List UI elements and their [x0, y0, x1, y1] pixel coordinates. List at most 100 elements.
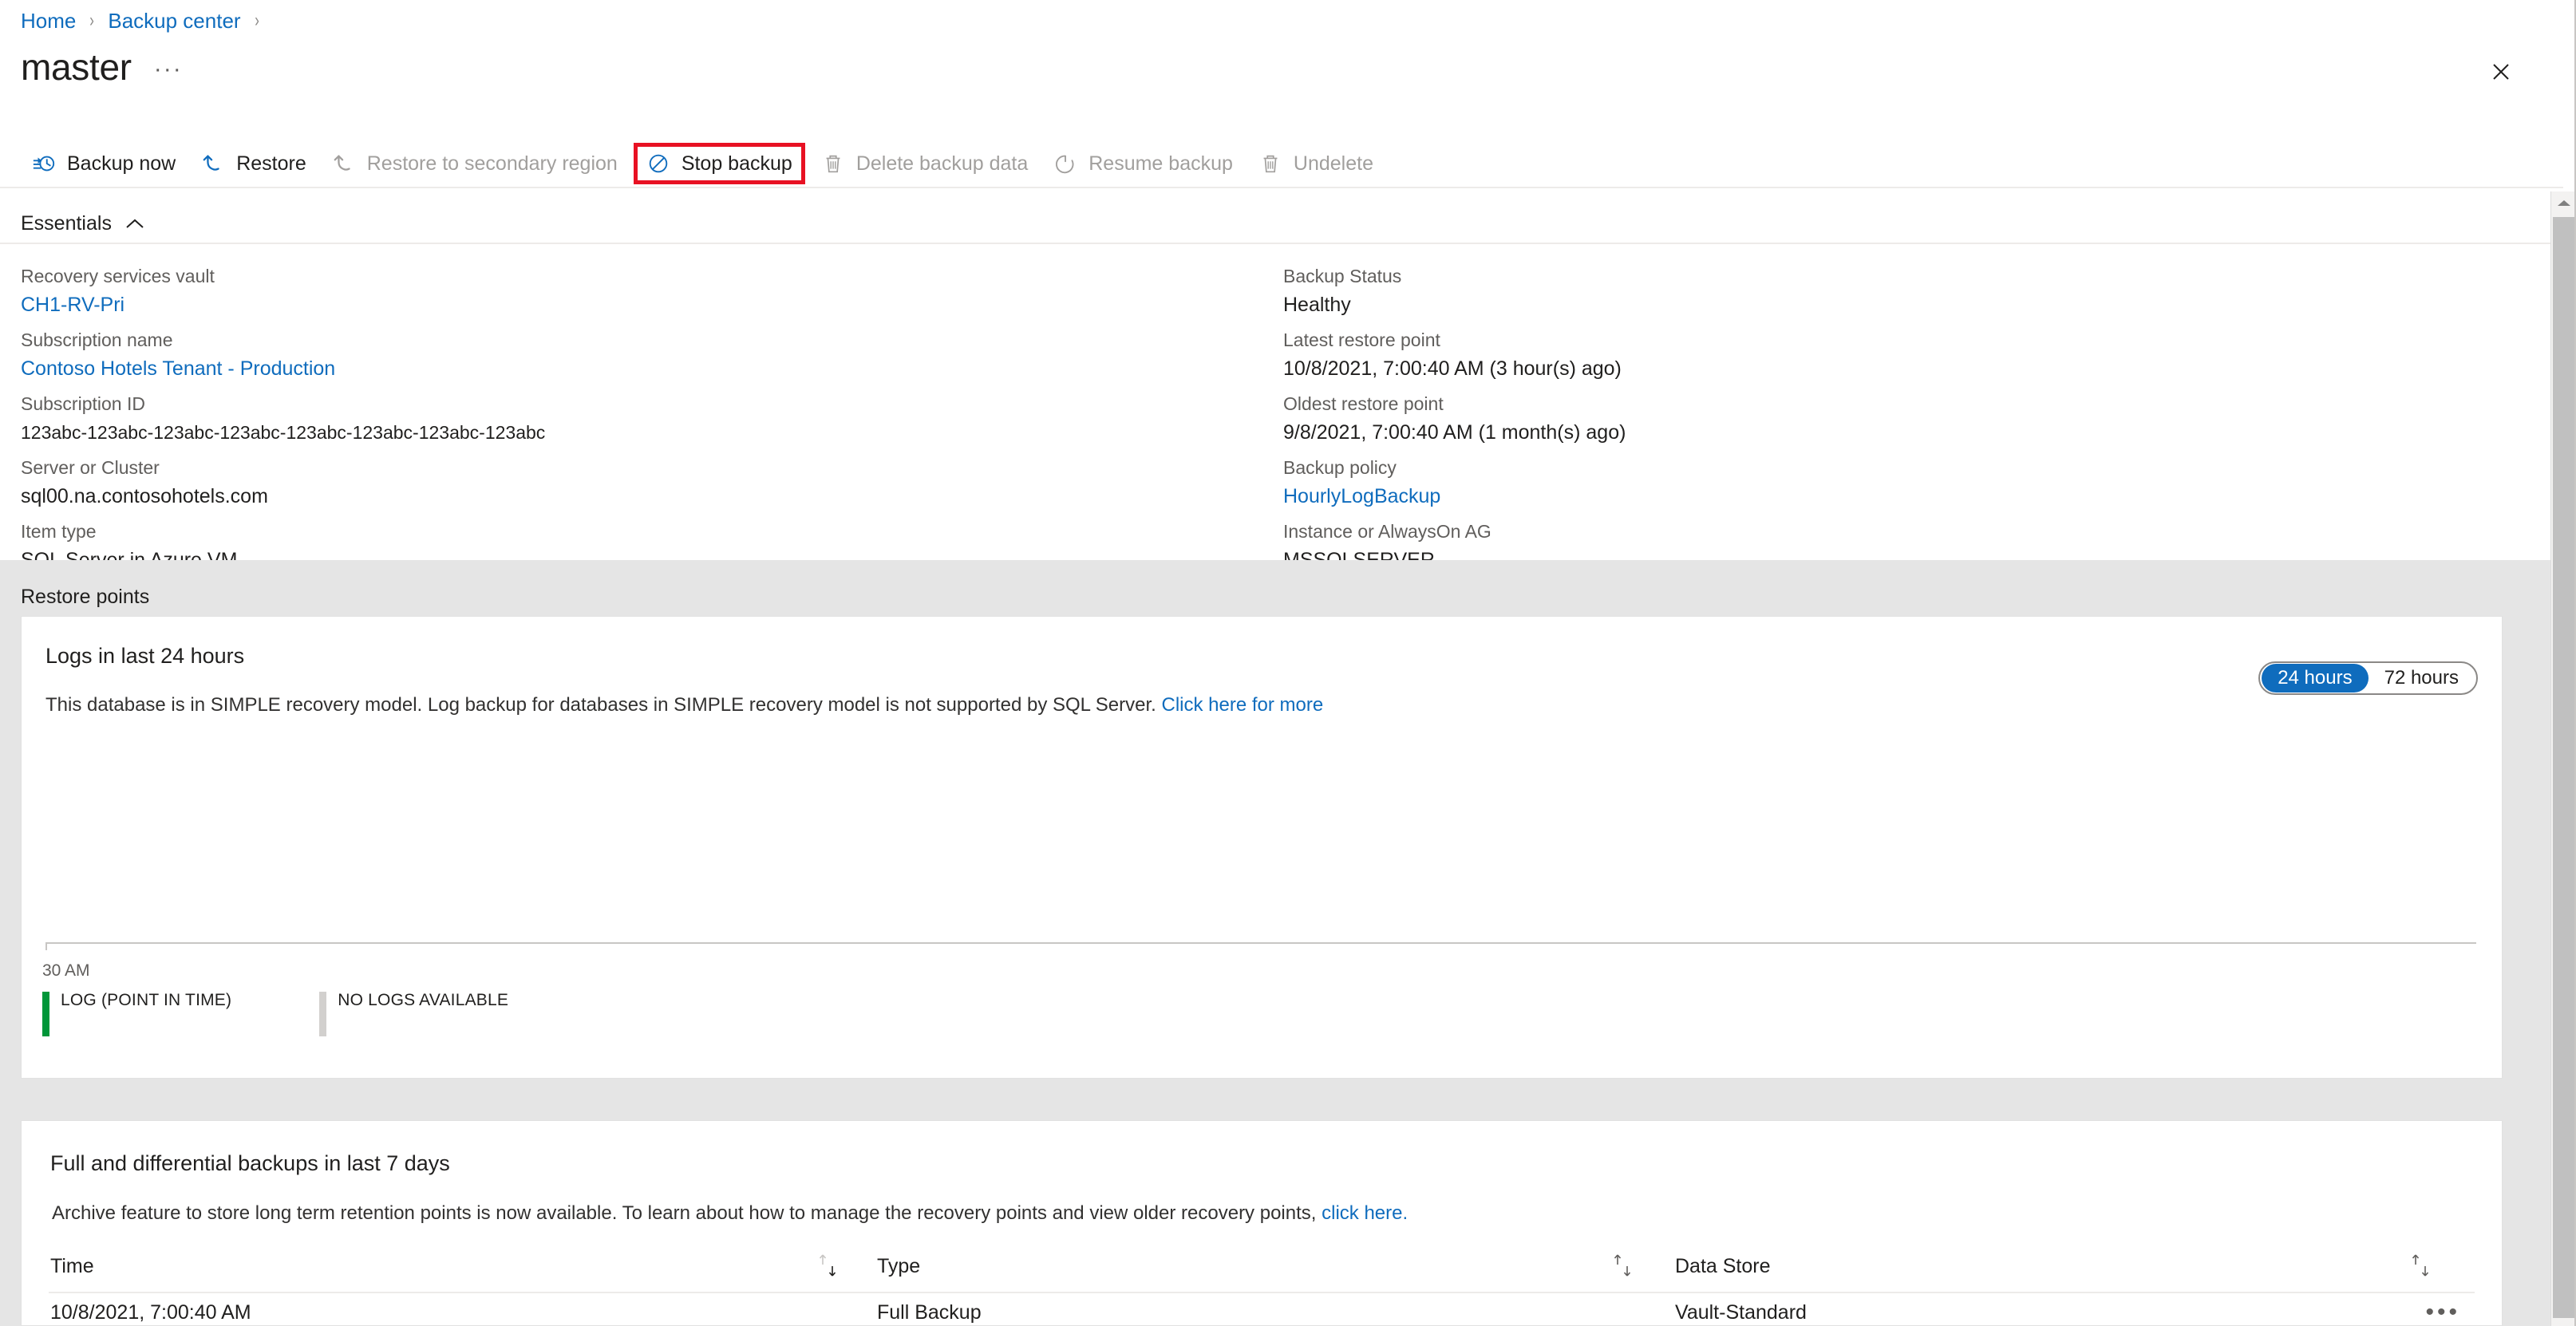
legend-item-log-point-in-time: LOG (POINT IN TIME): [42, 992, 231, 1036]
column-header-data-store[interactable]: Data Store: [1675, 1255, 1771, 1278]
essentials-column-left: Recovery services vault CH1-RV-Pri Subsc…: [21, 262, 545, 581]
toggle-option-24-hours[interactable]: 24 hours: [2262, 664, 2369, 693]
delete-backup-data-button: Delete backup data: [808, 145, 1041, 182]
logs-card-note: This database is in SIMPLE recovery mode…: [45, 692, 1323, 719]
resume-backup-button: Resume backup: [1041, 145, 1246, 182]
chart-x-axis: [45, 942, 2476, 944]
scrollbar-thumb[interactable]: [2553, 217, 2574, 1318]
sort-icon-time[interactable]: [815, 1252, 842, 1279]
legend-swatch-icon: [42, 992, 49, 1036]
logs-note-link[interactable]: Click here for more: [1161, 694, 1323, 716]
essentials-field-subscription-id: Subscription ID 123abc-123abc-123abc-123…: [21, 389, 545, 447]
essentials-field-latest-restore-point: Latest restore point 10/8/2021, 7:00:40 …: [1283, 326, 1626, 383]
close-icon: [2493, 64, 2509, 80]
essentials-field-backup-status: Backup Status Healthy: [1283, 262, 1626, 319]
essentials-field-recovery-services-vault: Recovery services vault CH1-RV-Pri: [21, 262, 545, 319]
legend-label: LOG (POINT IN TIME): [61, 991, 232, 1009]
field-label: Subscription ID: [21, 393, 145, 414]
delete-backup-data-label: Delete backup data: [855, 152, 1029, 175]
backup-now-label: Backup now: [67, 152, 176, 175]
breadcrumb-separator-icon: ›: [89, 10, 95, 31]
breadcrumb-separator-icon: ›: [254, 10, 259, 31]
cell-data-store: Vault-Standard: [1675, 1301, 1807, 1324]
scroll-up-icon: [2557, 200, 2570, 206]
field-label: Backup Status: [1283, 266, 1402, 286]
trash-icon: [1263, 155, 1278, 173]
resume-icon: [1056, 155, 1074, 174]
restore-secondary-icon: [334, 155, 350, 171]
full-note-link[interactable]: click here.: [1322, 1202, 1408, 1224]
more-options-button[interactable]: ···: [154, 57, 183, 81]
essentials-field-backup-policy: Backup policy HourlyLogBackup: [1283, 453, 1626, 511]
restore-label: Restore: [236, 152, 306, 175]
full-note-text: Archive feature to store long term reten…: [52, 1202, 1322, 1224]
chart-legend: LOG (POINT IN TIME) NO LOGS AVAILABLE: [42, 992, 508, 1036]
stop-backup-button[interactable]: Stop backup: [633, 143, 805, 184]
field-label: Server or Cluster: [21, 457, 160, 478]
close-button[interactable]: [2485, 56, 2517, 88]
scroll-up-button[interactable]: [2551, 191, 2576, 215]
field-value-link[interactable]: Contoso Hotels Tenant - Production: [21, 354, 545, 383]
logs-card: Logs in last 24 hours This database is i…: [21, 616, 2503, 1079]
essentials-label: Essentials: [21, 212, 112, 235]
undelete-button: Undelete: [1246, 145, 1386, 182]
vertical-scrollbar[interactable]: [2550, 191, 2576, 1326]
field-value: Healthy: [1283, 294, 1351, 316]
chart-x-tick-label: 30 AM: [42, 961, 90, 980]
essentials-column-right: Backup Status Healthy Latest restore poi…: [1283, 262, 1626, 581]
stop-backup-label: Stop backup: [681, 152, 792, 175]
backup-now-button[interactable]: Backup now: [19, 145, 188, 182]
essentials-panel: Recovery services vault CH1-RV-Pri Subsc…: [0, 244, 2563, 571]
cell-time: 10/8/2021, 7:00:40 AM: [50, 1301, 251, 1324]
command-bar-divider: [0, 187, 2563, 188]
full-differential-backups-card: Full and differential backups in last 7 …: [21, 1120, 2503, 1326]
field-label: Backup policy: [1283, 457, 1397, 478]
restore-icon: [203, 155, 219, 171]
breadcrumb-item-backup-center[interactable]: Backup center: [108, 8, 240, 34]
field-value-link[interactable]: CH1-RV-Pri: [21, 290, 545, 319]
logs-note-text: This database is in SIMPLE recovery mode…: [45, 694, 1162, 716]
stop-backup-icon: [649, 154, 668, 173]
command-bar: Backup now Restore Restore to secondary …: [0, 140, 2563, 187]
cell-type: Full Backup: [877, 1301, 982, 1324]
field-label: Instance or AlwaysOn AG: [1283, 521, 1491, 542]
field-label: Item type: [21, 521, 97, 542]
restore-button[interactable]: Restore: [188, 145, 319, 182]
logs-card-title: Logs in last 24 hours: [45, 644, 245, 668]
legend-label: NO LOGS AVAILABLE: [338, 991, 509, 1009]
sort-icon-type[interactable]: [1610, 1252, 1637, 1279]
essentials-field-server-or-cluster: Server or Cluster sql00.na.contosohotels…: [21, 453, 545, 511]
breadcrumb-item-home[interactable]: Home: [21, 8, 76, 34]
page-title: master: [21, 46, 132, 88]
row-context-menu-button[interactable]: •••: [2425, 1300, 2460, 1324]
backup-now-icon: [33, 156, 55, 172]
essentials-toggle[interactable]: Essentials: [21, 212, 145, 235]
logs-chart: [45, 752, 2476, 950]
field-label: Oldest restore point: [1283, 393, 1444, 414]
column-header-type[interactable]: Type: [877, 1255, 920, 1278]
chart-x-tick: [45, 942, 47, 950]
breadcrumb: Home › Backup center ›: [21, 8, 273, 34]
table-header-divider: [49, 1292, 2475, 1293]
restore-to-secondary-region-button: Restore to secondary region: [319, 145, 630, 182]
undelete-label: Undelete: [1293, 152, 1373, 175]
field-label: Subscription name: [21, 330, 173, 350]
full-card-title: Full and differential backups in last 7 …: [50, 1151, 450, 1175]
trash-icon: [826, 155, 840, 173]
chevron-up-icon: [126, 219, 144, 228]
toggle-option-72-hours[interactable]: 72 hours: [2369, 664, 2475, 693]
restore-to-secondary-region-label: Restore to secondary region: [366, 152, 618, 175]
full-card-note: Archive feature to store long term reten…: [52, 1202, 1408, 1225]
field-value-link[interactable]: HourlyLogBackup: [1283, 482, 1626, 511]
field-value: 9/8/2021, 7:00:40 AM (1 month(s) ago): [1283, 421, 1626, 444]
essentials-field-oldest-restore-point: Oldest restore point 9/8/2021, 7:00:40 A…: [1283, 389, 1626, 447]
essentials-field-subscription-name: Subscription name Contoso Hotels Tenant …: [21, 326, 545, 383]
table-row[interactable]: 10/8/2021, 7:00:40 AM Full Backup Vault-…: [22, 1300, 2502, 1326]
column-header-time[interactable]: Time: [50, 1255, 94, 1278]
time-range-toggle: 24 hours 72 hours: [2258, 661, 2478, 695]
legend-swatch-icon: [319, 992, 327, 1036]
field-label: Recovery services vault: [21, 266, 215, 286]
field-value: sql00.na.contosohotels.com: [21, 485, 268, 507]
sort-icon-data-store[interactable]: [2408, 1252, 2435, 1279]
backups-table-header: Time Type Data Store: [22, 1241, 2502, 1295]
